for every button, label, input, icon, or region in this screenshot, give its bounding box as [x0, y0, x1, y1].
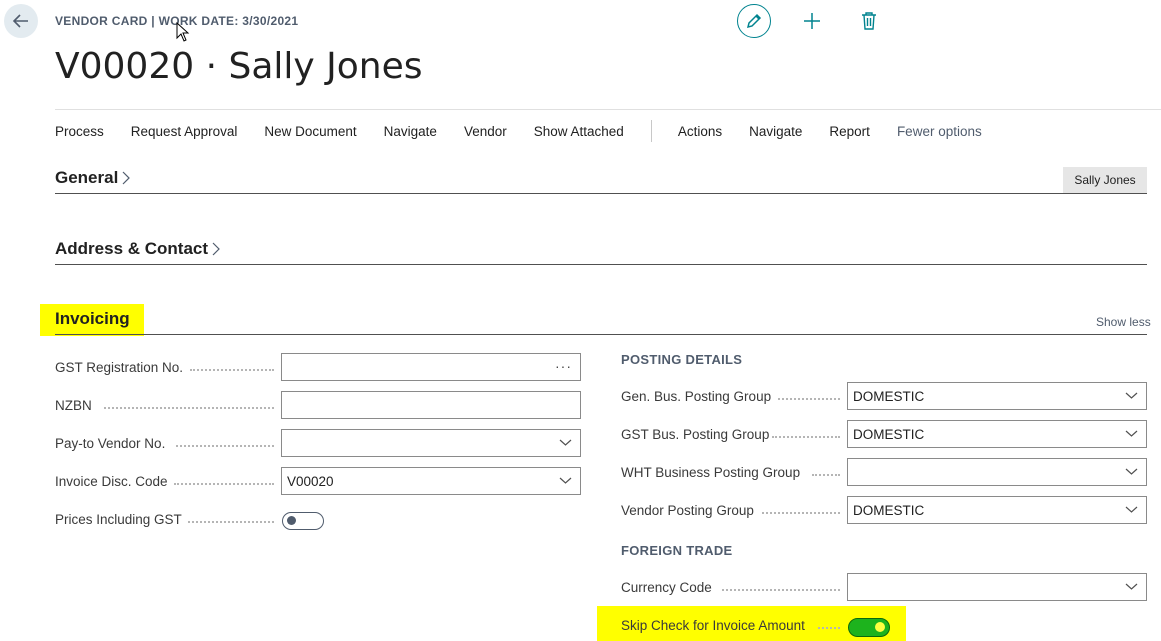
gst-registration-label: GST Registration No. [55, 360, 184, 375]
section-address-contact[interactable]: Address & Contact [55, 239, 221, 259]
label-leader [188, 521, 274, 523]
gen-bus-posting-label: Gen. Bus. Posting Group [621, 389, 772, 404]
pay-to-vendor-select[interactable] [281, 429, 581, 457]
pay-to-vendor-label: Pay-to Vendor No. [55, 436, 166, 451]
prices-including-gst-toggle[interactable] [282, 512, 324, 530]
address-divider [55, 264, 1147, 265]
section-invoicing-title: Invoicing [55, 309, 130, 328]
label-leader [190, 369, 274, 371]
prices-including-gst-label: Prices Including GST [55, 512, 182, 527]
action-navigate-2[interactable]: Navigate [749, 124, 802, 139]
chevron-down-icon [1125, 582, 1138, 591]
invoice-disc-code-label: Invoice Disc. Code [55, 474, 168, 489]
section-general-title: General [55, 168, 119, 187]
action-show-attached[interactable]: Show Attached [534, 124, 624, 139]
action-bar: Process Request Approval New Document Na… [55, 120, 1009, 142]
new-button[interactable] [795, 4, 829, 38]
invoicing-divider [55, 334, 1147, 335]
chevron-right-icon [212, 241, 221, 257]
action-vendor[interactable]: Vendor [464, 124, 507, 139]
skip-check-label: Skip Check for Invoice Amount [621, 618, 805, 633]
action-navigate[interactable]: Navigate [384, 124, 437, 139]
vendor-posting-group-select[interactable]: DOMESTIC [847, 496, 1147, 524]
gst-registration-input[interactable]: ··· [281, 353, 581, 381]
section-address-title: Address & Contact [55, 239, 209, 258]
posting-details-heading: POSTING DETAILS [621, 352, 743, 367]
chevron-down-icon [559, 476, 572, 485]
wht-business-posting-label: WHT Business Posting Group [621, 465, 801, 480]
show-less-link[interactable]: Show less [1096, 315, 1151, 329]
chevron-down-icon [1125, 467, 1138, 476]
arrow-left-icon [12, 14, 28, 28]
back-button[interactable] [4, 4, 38, 38]
chevron-right-icon [122, 170, 131, 186]
pencil-icon [746, 13, 762, 29]
delete-button[interactable] [852, 4, 886, 38]
chevron-down-icon [559, 438, 572, 447]
plus-icon [804, 13, 820, 29]
gst-bus-posting-label: GST Bus. Posting Group [621, 427, 770, 442]
label-leader [174, 483, 274, 485]
gen-bus-posting-select[interactable]: DOMESTIC [847, 382, 1147, 410]
section-general[interactable]: General [55, 168, 131, 188]
vendor-posting-group-label: Vendor Posting Group [621, 503, 754, 518]
label-leader [762, 512, 840, 514]
invoice-disc-code-select[interactable]: V00020 [281, 467, 581, 495]
chevron-down-icon [1125, 505, 1138, 514]
edit-button[interactable] [737, 4, 771, 38]
section-invoicing[interactable]: Invoicing [55, 309, 130, 329]
chevron-down-icon [1125, 391, 1138, 400]
header-divider [55, 109, 1161, 110]
toggle-knob [875, 622, 885, 632]
label-leader [772, 436, 840, 438]
label-leader [818, 627, 840, 629]
toggle-knob [287, 516, 296, 525]
action-request-approval[interactable]: Request Approval [131, 124, 238, 139]
currency-code-label: Currency Code [621, 580, 712, 595]
action-report[interactable]: Report [829, 124, 870, 139]
chevron-down-icon [1125, 429, 1138, 438]
action-fewer-options[interactable]: Fewer options [897, 124, 982, 139]
more-options-icon[interactable]: ··· [555, 358, 572, 374]
action-separator [650, 120, 652, 142]
label-leader [812, 474, 840, 476]
label-leader [778, 398, 840, 400]
currency-code-select[interactable] [847, 573, 1147, 601]
label-leader [104, 407, 274, 409]
nzbn-label: NZBN [55, 398, 92, 413]
gst-bus-posting-select[interactable]: DOMESTIC [847, 420, 1147, 448]
wht-business-posting-select[interactable] [847, 458, 1147, 486]
nzbn-input[interactable] [281, 391, 581, 419]
general-divider [55, 193, 1147, 194]
label-leader [722, 589, 840, 591]
action-actions[interactable]: Actions [678, 124, 722, 139]
foreign-trade-heading: FOREIGN TRADE [621, 543, 733, 558]
page-title: V00020 · Sally Jones [55, 46, 423, 87]
action-new-document[interactable]: New Document [264, 124, 356, 139]
general-summary-badge: Sally Jones [1063, 167, 1147, 194]
mouse-cursor-icon [176, 22, 190, 42]
skip-check-toggle[interactable] [848, 618, 890, 637]
label-leader [176, 445, 274, 447]
action-process[interactable]: Process [55, 124, 104, 139]
trash-icon [862, 12, 876, 30]
